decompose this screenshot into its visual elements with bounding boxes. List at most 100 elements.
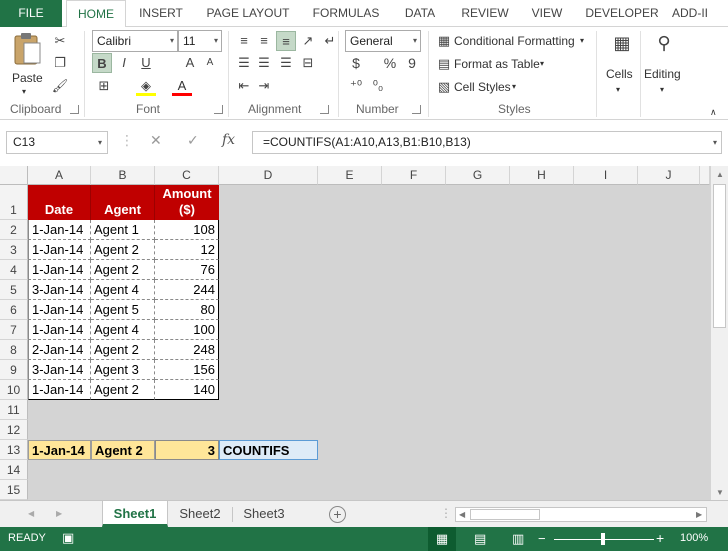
wrap-text-icon[interactable]: ↵	[320, 31, 340, 51]
font-color-button[interactable]: A	[172, 76, 192, 96]
agent-cell[interactable]: Agent 4	[91, 280, 155, 300]
agent-cell[interactable]: Agent 2	[91, 340, 155, 360]
amount-cell[interactable]: 80	[155, 300, 219, 320]
vertical-scroll-thumb[interactable]	[713, 184, 726, 328]
page-layout-view-icon[interactable]: ▤	[474, 531, 486, 547]
amount-cell[interactable]: 244	[155, 280, 219, 300]
font-launcher-icon[interactable]	[214, 105, 223, 114]
insert-function-button[interactable]: fx	[222, 132, 235, 148]
sheet-tab-sheet2[interactable]: Sheet2	[170, 501, 230, 527]
column-header[interactable]: J	[638, 166, 700, 185]
decrease-decimal-icon[interactable]: ⁰₀	[368, 76, 388, 96]
fill-color-icon[interactable]: ◈	[136, 76, 156, 96]
date-cell[interactable]: 1-Jan-14	[28, 300, 91, 320]
row-header[interactable]: 2	[0, 220, 28, 240]
row-header[interactable]: 1	[0, 185, 28, 220]
column-header[interactable]: A	[28, 166, 91, 185]
row-header[interactable]: 9	[0, 360, 28, 380]
copy-icon[interactable]: ❐	[50, 53, 70, 73]
underline-button[interactable]: U	[136, 53, 156, 73]
amount-cell[interactable]: 108	[155, 220, 219, 240]
horizontal-scrollbar[interactable]: ◀ ▶	[455, 507, 707, 522]
increase-decimal-icon[interactable]: ⁺⁰	[346, 76, 366, 96]
row-header[interactable]: 13	[0, 440, 28, 460]
date-cell[interactable]: 2-Jan-14	[28, 340, 91, 360]
merge-center-icon[interactable]: ⊟	[298, 53, 318, 73]
vertical-scrollbar[interactable]: ▲ ▼	[710, 166, 728, 500]
horizontal-scroll-thumb[interactable]	[470, 509, 540, 520]
increase-indent-icon[interactable]: ⇥	[254, 76, 274, 96]
tab-developer[interactable]: DEVELOPER	[580, 0, 664, 27]
align-left-icon[interactable]: ☰	[234, 53, 254, 73]
row-header[interactable]: 6	[0, 300, 28, 320]
zoom-slider-thumb[interactable]	[601, 533, 605, 545]
format-as-table-button[interactable]: ▤ Format as Table ▾	[434, 54, 554, 74]
row-header[interactable]: 12	[0, 420, 28, 440]
paste-button[interactable]: Paste ▾	[8, 31, 46, 96]
font-family-select[interactable]: Calibri ▾	[92, 30, 178, 52]
row-header[interactable]: 15	[0, 480, 28, 500]
comma-style-button[interactable]: 9	[402, 53, 422, 73]
row-header[interactable]: 3	[0, 240, 28, 260]
cancel-icon[interactable]: ✕	[150, 132, 162, 149]
clipboard-launcher-icon[interactable]	[70, 105, 79, 114]
number-launcher-icon[interactable]	[412, 105, 421, 114]
align-right-icon[interactable]: ☰	[276, 53, 296, 73]
amount-cell[interactable]: 12	[155, 240, 219, 260]
tab-file[interactable]: FILE	[0, 0, 62, 27]
normal-view-icon[interactable]: ▦	[428, 527, 456, 551]
tab-home[interactable]: HOME	[66, 0, 126, 28]
row-header[interactable]: 14	[0, 460, 28, 480]
amount-cell[interactable]: 76	[155, 260, 219, 280]
scroll-left-icon[interactable]: ◀	[459, 510, 465, 519]
agent-cell[interactable]: Agent 2	[91, 240, 155, 260]
chevron-down-icon[interactable]: ▾	[713, 132, 717, 153]
row-header[interactable]: 10	[0, 380, 28, 400]
column-header[interactable]: E	[318, 166, 382, 185]
sheet-tab-sheet1[interactable]: Sheet1	[102, 501, 168, 527]
tab-review[interactable]: REVIEW	[454, 0, 516, 27]
column-header[interactable]: G	[446, 166, 510, 185]
date-cell[interactable]: 1-Jan-14	[28, 220, 91, 240]
criteria-date-cell[interactable]: 1-Jan-14	[28, 440, 91, 460]
countifs-result-cell[interactable]: 3	[155, 440, 219, 460]
date-cell[interactable]: 3-Jan-14	[28, 280, 91, 300]
date-cell[interactable]: 1-Jan-14	[28, 380, 91, 400]
tab-formulas[interactable]: FORMULAS	[304, 0, 388, 27]
cells-button[interactable]: ▦ Cells ▾	[602, 31, 638, 101]
date-cell[interactable]: 1-Jan-14	[28, 260, 91, 280]
bold-button[interactable]: B	[92, 53, 112, 73]
currency-button[interactable]: $	[346, 53, 366, 73]
amount-cell[interactable]: 156	[155, 360, 219, 380]
macro-record-icon[interactable]: ▣	[62, 530, 74, 546]
row-header[interactable]: 7	[0, 320, 28, 340]
add-sheet-icon[interactable]: +	[329, 506, 346, 523]
name-box[interactable]: C13 ▾	[6, 131, 108, 154]
row-header[interactable]: 11	[0, 400, 28, 420]
font-size-select[interactable]: 11 ▾	[178, 30, 222, 52]
prev-sheet-icon[interactable]: ◀	[28, 509, 34, 518]
conditional-formatting-button[interactable]: ▦ Conditional Formatting ▾	[434, 31, 592, 51]
align-middle-icon[interactable]: ≡	[254, 31, 274, 51]
tab-view[interactable]: VIEW	[524, 0, 570, 27]
row-header[interactable]: 8	[0, 340, 28, 360]
scroll-right-icon[interactable]: ▶	[696, 510, 702, 519]
column-header[interactable]: I	[574, 166, 638, 185]
alignment-launcher-icon[interactable]	[320, 105, 329, 114]
align-bottom-icon[interactable]: ≡	[276, 31, 296, 51]
decrease-indent-icon[interactable]: ⇤	[234, 76, 254, 96]
agent-cell[interactable]: Agent 4	[91, 320, 155, 340]
date-cell[interactable]: 3-Jan-14	[28, 360, 91, 380]
amount-cell[interactable]: 248	[155, 340, 219, 360]
agent-cell[interactable]: Agent 2	[91, 380, 155, 400]
percent-button[interactable]: %	[380, 53, 400, 73]
tab-split-handle-icon[interactable]: ⋮	[440, 506, 452, 520]
align-top-icon[interactable]: ≡	[234, 31, 254, 51]
zoom-out-icon[interactable]: −	[538, 531, 546, 546]
editing-button[interactable]: ⚲ Editing ▾	[644, 31, 684, 101]
header-amount[interactable]: Amount ($)	[155, 185, 219, 220]
date-cell[interactable]: 1-Jan-14	[28, 320, 91, 340]
column-header[interactable]: D	[219, 166, 318, 185]
criteria-agent-cell[interactable]: Agent 2	[91, 440, 155, 460]
enter-icon[interactable]: ✓	[187, 132, 199, 149]
